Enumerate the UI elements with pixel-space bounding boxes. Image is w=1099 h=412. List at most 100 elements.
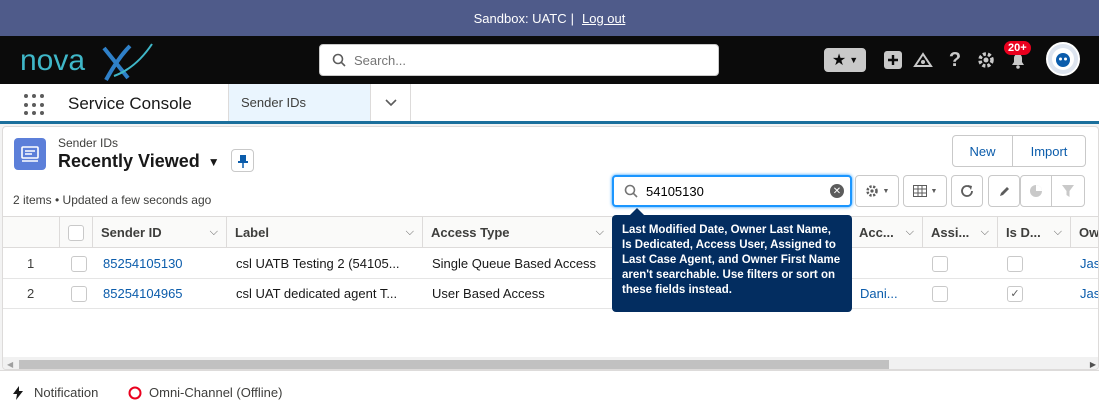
global-header: nova ★▼ ? 20+ — [0, 36, 1099, 84]
trailhead-icon — [913, 52, 933, 67]
offline-status-icon — [128, 386, 142, 399]
access-type-cell: User Based Access — [432, 286, 545, 301]
assigned-checkbox — [932, 255, 948, 272]
scroll-left-icon[interactable]: ◀ — [7, 360, 13, 369]
search-tooltip: Last Modified Date, Owner Last Name, Is … — [612, 208, 852, 312]
app-launcher-icon[interactable] — [24, 94, 46, 116]
filter-icon — [1062, 185, 1074, 197]
utility-notification[interactable]: Notification — [12, 385, 98, 400]
chevron-down-icon[interactable]: ⌵ — [210, 226, 218, 239]
tab-menu-chevron-down-icon[interactable] — [371, 84, 411, 121]
column-header-label[interactable]: Label ⌵ — [227, 217, 423, 248]
clear-search-icon[interactable]: ✕ — [830, 184, 844, 198]
avatar[interactable] — [1046, 42, 1080, 76]
workspace: Sender IDs Recently Viewed ▼ New Import … — [0, 124, 1099, 370]
plus-icon — [884, 51, 902, 69]
gear-icon — [978, 52, 994, 68]
logout-link[interactable]: Log out — [582, 11, 625, 26]
star-icon: ★ — [831, 52, 847, 69]
astro-avatar-icon — [1052, 48, 1074, 70]
column-header-access-user[interactable]: Acc... ⌵ — [851, 217, 923, 248]
select-all-checkbox[interactable] — [68, 224, 84, 241]
sender-id-object-icon — [14, 138, 46, 170]
access-user-link[interactable] — [852, 249, 922, 278]
row-select — [63, 249, 93, 278]
search-icon — [332, 53, 346, 67]
sandbox-label: Sandbox: UATC — [473, 10, 567, 26]
is-dedicated-checkbox: ✓ — [1007, 285, 1023, 302]
select-all-header — [60, 217, 93, 248]
object-label: Sender IDs — [58, 136, 119, 150]
sender-id-link[interactable]: 85254105130 — [95, 249, 225, 278]
scroll-right-icon[interactable]: ▶ — [1090, 360, 1096, 369]
refresh-icon — [961, 185, 973, 197]
global-actions-button[interactable] — [882, 48, 904, 72]
sandbox-bar: Sandbox: UATC | Log out — [0, 0, 1099, 36]
setup-button[interactable] — [975, 48, 997, 72]
assigned-checkbox — [932, 285, 948, 302]
inline-edit-button[interactable] — [988, 175, 1020, 207]
column-header-access-type[interactable]: Access Type ⌵ — [423, 217, 613, 248]
is-dedicated-cell: ✓ — [999, 279, 1069, 308]
row-checkbox[interactable] — [71, 285, 87, 302]
global-search[interactable] — [319, 44, 719, 76]
display-as-button[interactable]: ▼ — [903, 175, 947, 207]
column-header-is-dedicated[interactable]: Is D... ⌵ — [998, 217, 1071, 248]
list-search-input[interactable] — [646, 183, 826, 199]
filter-button[interactable] — [1051, 175, 1085, 207]
column-header-owner[interactable]: Ow — [1071, 217, 1098, 248]
chevron-down-icon: ▼ — [849, 55, 859, 65]
access-user-link[interactable]: Dani... — [852, 279, 922, 308]
global-search-input[interactable] — [354, 52, 694, 68]
row-number: 2 — [27, 286, 35, 301]
table-row: 2 85254104965 csl UAT dedicated agent T.… — [3, 279, 1098, 309]
favorites-button[interactable]: ★ ▼ — [824, 48, 866, 72]
is-dedicated-checkbox — [1007, 255, 1023, 272]
gear-icon — [865, 185, 878, 197]
lightning-icon — [13, 385, 23, 400]
charts-button[interactable] — [1020, 175, 1052, 207]
chevron-down-icon[interactable]: ⌵ — [906, 226, 914, 239]
row-checkbox[interactable] — [71, 255, 87, 272]
list-settings-button[interactable]: ▼ — [855, 175, 899, 207]
pin-icon — [237, 154, 248, 168]
app-nav-bar: Service Console Sender IDs — [0, 84, 1099, 124]
chevron-down-icon[interactable]: ⌵ — [596, 226, 604, 239]
assigned-cell — [924, 249, 994, 278]
omni-channel-label: Omni-Channel (Offline) — [149, 385, 283, 400]
svg-text:nova: nova — [20, 44, 85, 77]
pencil-icon — [999, 186, 1009, 196]
list-search[interactable]: ✕ — [612, 175, 852, 207]
chevron-down-icon[interactable]: ⌵ — [981, 226, 989, 239]
chevron-down-icon[interactable]: ⌵ — [1054, 226, 1062, 239]
chevron-down-icon[interactable]: ⌵ — [406, 226, 414, 239]
utility-omni-channel[interactable]: Omni-Channel (Offline) — [128, 385, 282, 400]
novax-logo[interactable]: nova — [18, 38, 158, 82]
list-view-card: Sender IDs Recently Viewed ▼ New Import … — [2, 126, 1099, 370]
owner-link[interactable]: Jas — [1072, 279, 1098, 308]
list-view-selector[interactable]: Recently Viewed ▼ — [58, 151, 220, 172]
column-header-assigned[interactable]: Assi... ⌵ — [923, 217, 998, 248]
refresh-button[interactable] — [951, 175, 983, 207]
pin-list-button[interactable] — [231, 149, 254, 172]
import-button[interactable]: Import — [1012, 135, 1086, 167]
chevron-down-icon: ▼ — [882, 187, 890, 195]
label-cell: csl UAT dedicated agent T... — [236, 286, 398, 301]
tab-sender-ids[interactable]: Sender IDs — [228, 84, 371, 121]
label-cell: csl UATB Testing 2 (54105... — [236, 256, 400, 271]
help-icon[interactable]: ? — [944, 48, 966, 72]
search-icon — [624, 184, 638, 198]
sender-id-link[interactable]: 85254104965 — [95, 279, 225, 308]
column-header-sender-id[interactable]: Sender ID ⌵ — [93, 217, 227, 248]
new-button[interactable]: New — [952, 135, 1013, 167]
scrollbar-thumb[interactable] — [19, 360, 889, 369]
utility-bar: Notification Omni-Channel (Offline) — [0, 370, 1099, 412]
app-name: Service Console — [68, 94, 192, 113]
table-header: Sender ID ⌵ Label ⌵ Access Type ⌵ Acc... ⌵ A… — [3, 216, 1098, 248]
chevron-down-icon: ▼ — [930, 187, 938, 195]
owner-link[interactable]: Jas — [1072, 249, 1098, 278]
row-number: 1 — [27, 256, 35, 271]
caret-down-icon: ▼ — [207, 154, 220, 169]
trailhead-button[interactable] — [912, 48, 934, 72]
horizontal-scrollbar[interactable]: ◀ ▶ — [3, 357, 1098, 369]
